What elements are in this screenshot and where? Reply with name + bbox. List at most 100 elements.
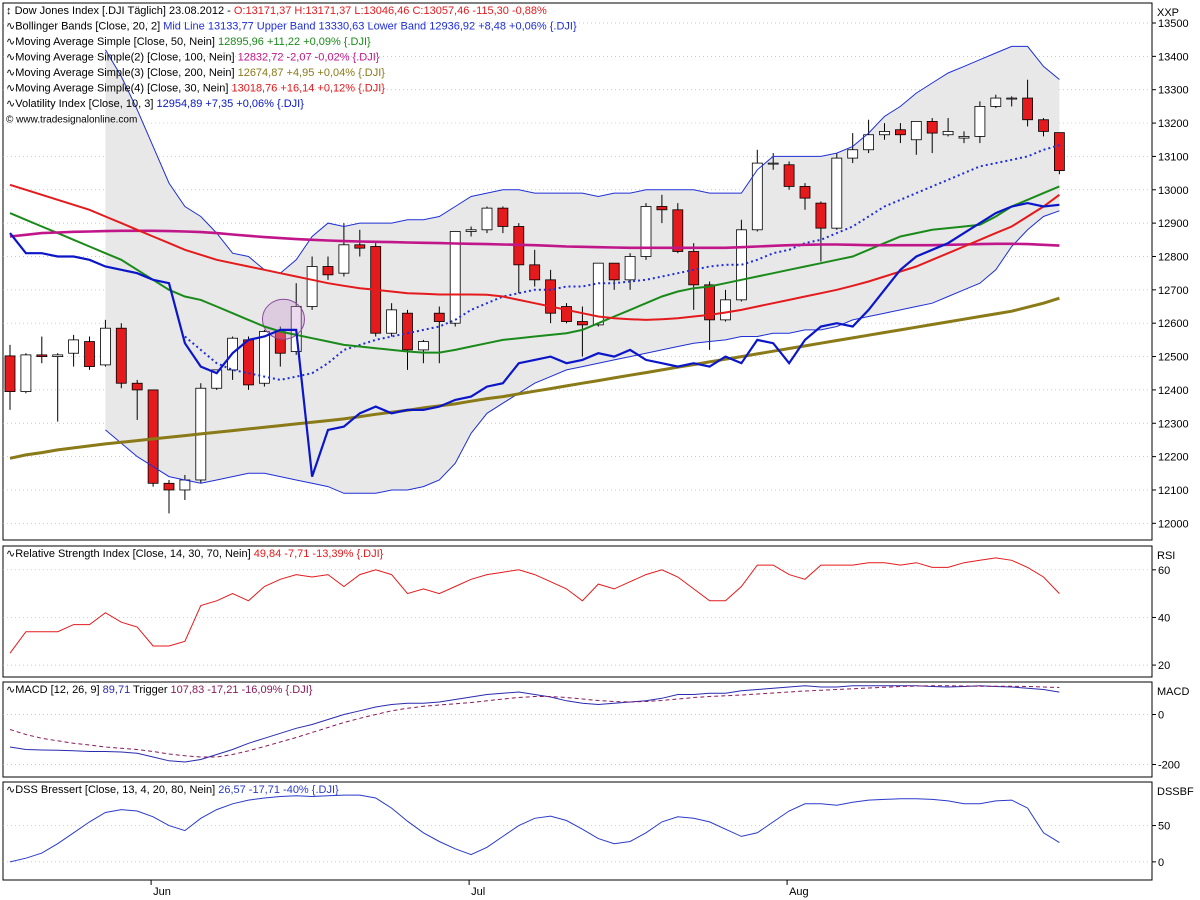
legend-entry: ∿Bollinger Bands [Close, 20, 2] Mid Line… [6,21,577,33]
legend-macd: ∿MACD [12, 26, 9] 89,71 Trigger 107,83 -… [6,684,313,696]
candle-body [131,382,143,391]
legend-entry: ∿Volatility Index [Close, 10, 3] 12954,8… [6,98,304,110]
y-tick-label-price: 12000 [1158,518,1189,530]
candle-body [831,157,843,229]
legend-value: 26,57 -17,71 -40% {.DJI} [218,784,339,796]
candle-body [449,231,461,324]
axis-label-rsi: RSI [1157,550,1175,562]
candle-body [243,339,254,386]
candle-body [910,121,922,141]
legend-label: Dow Jones Index [.DJI Täglich] 23.08.201… [15,5,234,17]
legend-label: Moving Average Simple [Close, 50, Nein] [15,36,218,48]
candle-body [433,312,445,322]
y-tick-label-price: 13000 [1158,185,1189,197]
candle-body [767,162,779,165]
line-icon: ∿ [6,784,15,796]
line-icon: ∿ [6,548,15,560]
legend-value: 12954,89 +7,35 +0,06% {.DJI} [156,98,304,110]
candle-body [863,134,874,151]
candle-body [306,266,318,307]
candle-body [990,97,1002,107]
candle-body [799,186,811,199]
legend-label: Relative Strength Index [Close, 14, 30, … [15,548,253,560]
legend-label: Volatility Index [Close, 10, 3] [15,98,156,110]
legend-label: Moving Average Simple(3) [Close, 200, Ne… [15,67,237,79]
candle-body [958,136,970,139]
y-tick-label-price: 12900 [1158,218,1189,230]
line-icon: ∿ [6,52,15,64]
y-tick-label-price: 12500 [1158,352,1189,364]
candle-body [322,266,334,276]
candle-body [879,131,890,136]
y-tick-label-rsi: 60 [1158,565,1170,577]
candle-body [481,207,493,231]
legend-label: Trigger [130,684,170,696]
candle-body [624,256,636,281]
candle-body [1054,132,1065,172]
y-tick-label-price: 13100 [1158,151,1189,163]
legend-dss: ∿DSS Bressert [Close, 13, 4, 20, 80, Nei… [6,784,339,796]
y-tick-label-price: 13200 [1158,118,1189,130]
panel-frame-dss [2,781,1153,881]
candle-body [100,327,111,366]
candle-body [974,105,986,137]
candle-body [529,264,541,281]
legend-entry: ↕ Dow Jones Index [.DJI Täglich] 23.08.2… [6,5,547,17]
legend-entry: ∿Moving Average Simple(3) [Close, 200, N… [6,67,385,79]
candle-body [402,312,413,351]
legend-label: Moving Average Simple(2) [Close, 100, Ne… [15,52,237,64]
candle-body [84,341,95,367]
x-tick-label: Aug [789,886,809,898]
watermark: © www.tradesignalonline.com [6,115,137,126]
candle-body [258,331,270,384]
candle-body [338,244,350,274]
y-tick-label-dss: 50 [1158,821,1170,833]
chart-canvas: 12000 12100 12200 12300 12400 12500 12600 12700… [2,2,1194,898]
candle-body [354,244,366,249]
candle-body [163,482,175,491]
line-icon: ∿ [6,98,15,110]
axis-label-price: XXP [1157,7,1179,19]
legend-entry: ∿Moving Average Simple(4) [Close, 30, Ne… [6,83,385,95]
candle-body [656,206,668,211]
line-icon: ∿ [6,21,15,33]
y-tick-label-price: 12800 [1158,251,1189,263]
candle-body [942,131,954,136]
candle-body [115,327,127,384]
panel-frame-macd [2,681,1153,778]
line-icon: ∿ [6,83,15,95]
candle-body [52,354,64,357]
y-tick-label-price: 13500 [1158,18,1189,30]
candle-body [926,121,938,134]
x-tick-label: Jun [153,886,171,898]
candle-body [847,149,859,159]
candle-body [179,479,191,491]
legend-label: Bollinger Bands [Close, 20, 2] [15,21,163,33]
candle-body [608,262,620,281]
candle-body [1006,97,1018,100]
legend-rsi: ∿Relative Strength Index [Close, 14, 30,… [6,548,384,560]
legend-value: O:13171,37 H:13171,37 L:13046,46 C:13057… [234,5,547,17]
x-tick-label: Jul [471,886,485,898]
candle-body [1038,119,1049,132]
legend-value: 12895,96 +11,22 +0,09% {.DJI} [218,36,371,48]
y-tick-label-macd: -200 [1158,760,1180,772]
y-tick-label-rsi: 20 [1158,660,1170,672]
candle-body [68,339,79,354]
legend-entry: ∿Moving Average Simple [Close, 50, Nein]… [6,36,371,48]
legend-value: 107,83 -17,21 -16,09% {.DJI} [171,684,313,696]
candle-body [895,129,906,136]
legend-entry: ∿Moving Average Simple(2) [Close, 100, N… [6,52,380,64]
legend-entry: ∿Relative Strength Index [Close, 14, 30,… [6,548,384,560]
candle-body [497,207,509,227]
legend-value: 13018,76 +16,14 +0,12% {.DJI} [231,83,385,95]
legend-entry: ∿DSS Bressert [Close, 13, 4, 20, 80, Nei… [6,784,339,796]
y-tick-label-price: 12100 [1158,485,1189,497]
candle-body [815,202,827,229]
y-tick-label-price: 13400 [1158,51,1189,63]
panel-frame-rsi [2,545,1153,678]
legend-value: 49,84 -7,71 -13,39% {.DJI} [254,548,384,560]
y-tick-label-rsi: 40 [1158,612,1170,624]
legend-value: 89,71 [103,684,131,696]
candle-body [577,321,588,326]
